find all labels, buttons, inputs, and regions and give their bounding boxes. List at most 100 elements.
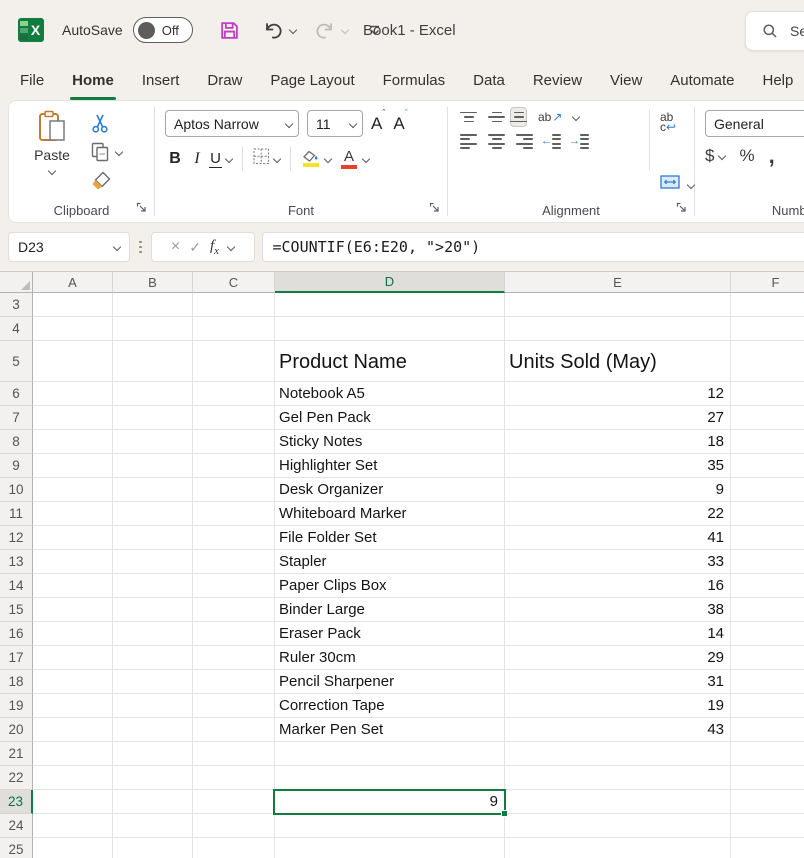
cell-F24[interactable]	[731, 814, 804, 838]
increase-indent-button[interactable]: →	[572, 134, 589, 149]
font-family-combo[interactable]: Aptos Narrow	[165, 110, 299, 137]
cell-F18[interactable]	[731, 670, 804, 694]
row-header-15[interactable]: 15	[0, 598, 33, 622]
cell-C22[interactable]	[193, 766, 275, 790]
cell-A16[interactable]	[33, 622, 113, 646]
cell-B11[interactable]	[113, 502, 193, 526]
tab-formulas[interactable]: Formulas	[369, 60, 460, 100]
cell-A23[interactable]	[33, 790, 113, 814]
cell-D4[interactable]	[275, 317, 505, 341]
cell-B8[interactable]	[113, 430, 193, 454]
tab-review[interactable]: Review	[519, 60, 596, 100]
cell-C5[interactable]	[193, 341, 275, 382]
row-header-22[interactable]: 22	[0, 766, 33, 790]
cell-F9[interactable]	[731, 454, 804, 478]
redo-button[interactable]	[314, 21, 348, 40]
insert-function-button[interactable]: fx	[210, 238, 219, 257]
tab-home[interactable]: Home	[58, 60, 128, 100]
paste-button[interactable]: Paste	[21, 110, 83, 198]
font-color-button[interactable]: A	[339, 150, 359, 169]
alignment-dialog-launcher[interactable]	[676, 201, 687, 216]
number-format-combo[interactable]: General	[705, 110, 804, 137]
tab-view[interactable]: View	[596, 60, 656, 100]
cell-F22[interactable]	[731, 766, 804, 790]
cell-F7[interactable]	[731, 406, 804, 430]
save-button[interactable]	[219, 20, 240, 41]
cell-F8[interactable]	[731, 430, 804, 454]
orientation-button[interactable]: ab ↗	[538, 110, 562, 124]
cell-B19[interactable]	[113, 694, 193, 718]
cell-D21[interactable]	[275, 742, 505, 766]
cell-F25[interactable]	[731, 838, 804, 858]
decrease-font-size-button[interactable]: Aˇ	[393, 114, 407, 134]
cell-B6[interactable]	[113, 382, 193, 406]
fill-handle[interactable]	[501, 810, 508, 817]
cell-F20[interactable]	[731, 718, 804, 742]
tab-file[interactable]: File	[6, 60, 58, 100]
row-header-17[interactable]: 17	[0, 646, 33, 670]
align-left-button[interactable]	[460, 134, 477, 149]
cell-D20[interactable]: Marker Pen Set	[275, 718, 505, 742]
cell-D10[interactable]: Desk Organizer	[275, 478, 505, 502]
cell-E12[interactable]: 41	[505, 526, 731, 550]
cell-E13[interactable]: 33	[505, 550, 731, 574]
cell-F4[interactable]	[731, 317, 804, 341]
row-header-18[interactable]: 18	[0, 670, 33, 694]
cell-B7[interactable]	[113, 406, 193, 430]
row-header-10[interactable]: 10	[0, 478, 33, 502]
cell-B5[interactable]	[113, 341, 193, 382]
cell-C23[interactable]	[193, 790, 275, 814]
enter-button[interactable]: ✓	[189, 239, 201, 256]
cell-B3[interactable]	[113, 293, 193, 317]
cell-D5[interactable]: Product Name	[275, 341, 505, 382]
percent-style-button[interactable]: %	[739, 146, 754, 166]
cell-E5[interactable]: Units Sold (May)	[505, 341, 731, 382]
cell-A18[interactable]	[33, 670, 113, 694]
cell-E16[interactable]: 14	[505, 622, 731, 646]
cell-C7[interactable]	[193, 406, 275, 430]
cell-B17[interactable]	[113, 646, 193, 670]
row-header-7[interactable]: 7	[0, 406, 33, 430]
cell-A17[interactable]	[33, 646, 113, 670]
underline-button[interactable]: U	[209, 150, 222, 168]
paste-dropdown-chevron-icon[interactable]	[48, 167, 56, 175]
cell-D15[interactable]: Binder Large	[275, 598, 505, 622]
name-box[interactable]: D23	[8, 232, 130, 262]
copy-button[interactable]	[91, 141, 122, 163]
cell-A12[interactable]	[33, 526, 113, 550]
cell-A19[interactable]	[33, 694, 113, 718]
row-header-8[interactable]: 8	[0, 430, 33, 454]
search-box[interactable]: Se	[745, 11, 804, 51]
row-header-4[interactable]: 4	[0, 317, 33, 341]
cell-B4[interactable]	[113, 317, 193, 341]
cell-E25[interactable]	[505, 838, 731, 858]
row-header-19[interactable]: 19	[0, 694, 33, 718]
name-box-chevron-icon[interactable]	[113, 243, 121, 251]
cancel-button[interactable]: ×	[171, 238, 180, 256]
cell-A25[interactable]	[33, 838, 113, 858]
row-header-21[interactable]: 21	[0, 742, 33, 766]
cell-C17[interactable]	[193, 646, 275, 670]
cell-A9[interactable]	[33, 454, 113, 478]
cell-F10[interactable]	[731, 478, 804, 502]
cell-E22[interactable]	[505, 766, 731, 790]
copy-dropdown-chevron-icon[interactable]	[115, 148, 123, 156]
cell-C25[interactable]	[193, 838, 275, 858]
align-center-button[interactable]	[488, 134, 505, 149]
column-header-E[interactable]: E	[505, 272, 731, 293]
cell-E23[interactable]	[505, 790, 731, 814]
undo-button[interactable]	[262, 21, 296, 40]
cell-E17[interactable]: 29	[505, 646, 731, 670]
cell-B9[interactable]	[113, 454, 193, 478]
cell-D13[interactable]: Stapler	[275, 550, 505, 574]
middle-align-button[interactable]	[488, 112, 505, 123]
cell-E6[interactable]: 12	[505, 382, 731, 406]
cell-A8[interactable]	[33, 430, 113, 454]
cell-E21[interactable]	[505, 742, 731, 766]
cell-D6[interactable]: Notebook A5	[275, 382, 505, 406]
cell-A13[interactable]	[33, 550, 113, 574]
cell-A24[interactable]	[33, 814, 113, 838]
borders-dropdown-chevron-icon[interactable]	[273, 155, 281, 163]
cell-C10[interactable]	[193, 478, 275, 502]
autosave-toggle[interactable]: Off	[133, 17, 193, 43]
